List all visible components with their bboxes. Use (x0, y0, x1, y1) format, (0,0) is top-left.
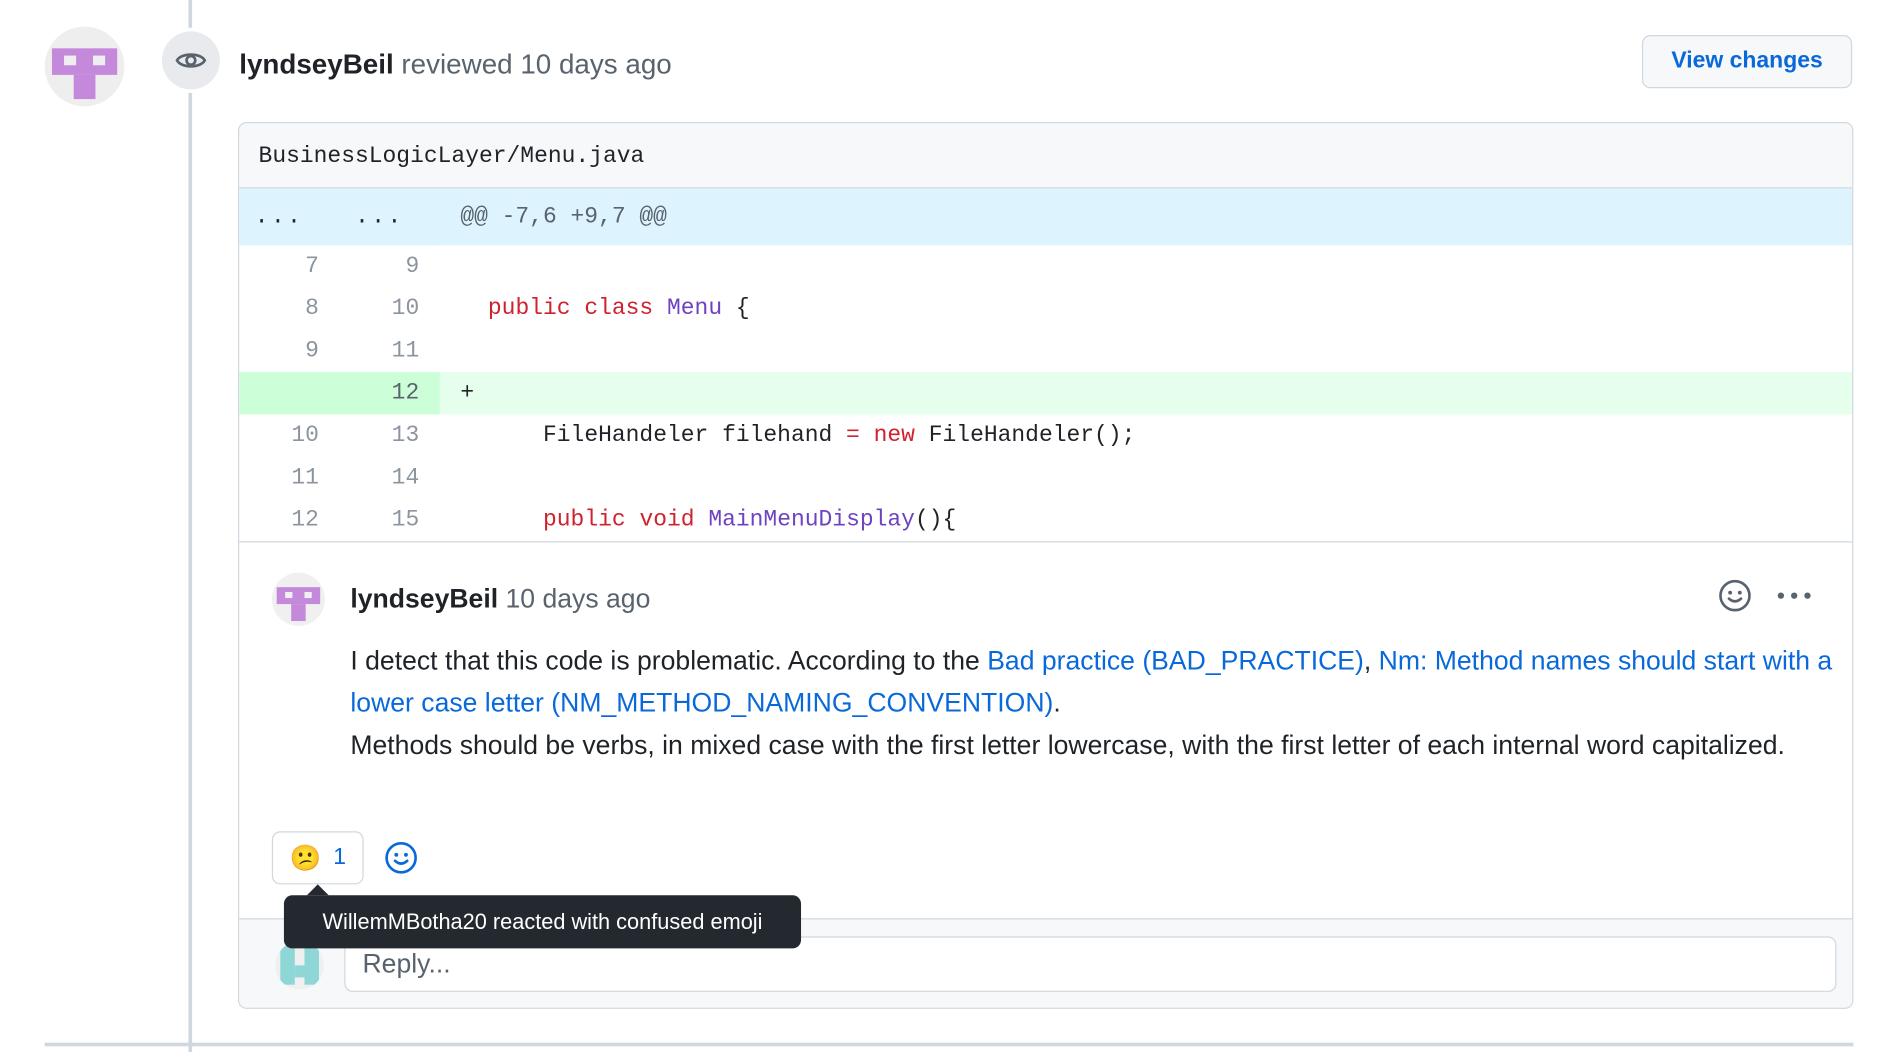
diff-row: 10 13 FileHandeler filehand = new FileHan… (239, 414, 1852, 456)
hunk-expand-new[interactable]: ... (339, 188, 440, 246)
old-line-number[interactable]: 12 (239, 499, 339, 541)
diff-row: 8 10 public class Menu { (239, 288, 1852, 330)
diff-table: ... ... @@ -7,6 +9,7 @@ 7 9 8 10 public cla… (239, 188, 1853, 543)
file-header: BusinessLogicLayer/Menu.java (239, 123, 1853, 189)
avatar[interactable] (44, 26, 125, 107)
view-changes-button[interactable]: View changes (1641, 35, 1853, 89)
code-token: class (584, 294, 654, 322)
old-line-number[interactable]: 10 (239, 414, 339, 456)
confused-emoji-icon: 😕 (289, 843, 322, 872)
bad-practice-link[interactable]: Bad practice (BAD_PRACTICE) (987, 645, 1364, 675)
new-line-number[interactable]: 9 (340, 245, 440, 287)
code-token: MainMenuDisplay (708, 506, 915, 533)
comment-avatar[interactable] (271, 572, 326, 626)
code-token: void (639, 506, 695, 533)
code-line: + (440, 372, 1852, 414)
review-action: reviewed (401, 48, 513, 80)
eye-icon (175, 53, 207, 68)
old-line-number[interactable] (239, 372, 340, 415)
code-token: public (487, 294, 571, 322)
old-line-number[interactable]: 7 (239, 245, 339, 287)
comment-author[interactable]: lyndseyBeil (350, 584, 498, 614)
diff-row: 9 11 (239, 330, 1852, 372)
comment-options-button[interactable] (1772, 578, 1815, 614)
code-token: (){ (914, 506, 957, 533)
code-line: FileHandeler filehand = new FileHandeler… (440, 414, 1852, 456)
diff-row: 12 15 public void MainMenuDisplay(){ (239, 499, 1852, 541)
kebab-horizontal-icon (1777, 592, 1811, 599)
comment-text-intro: I detect that this code is problematic. … (350, 645, 988, 676)
new-line-number[interactable]: 11 (340, 330, 440, 372)
review-header: lyndseyBeil reviewed 10 days ago (239, 43, 672, 84)
code-token: Menu (667, 294, 723, 322)
code-token: public (542, 506, 626, 533)
new-line-number[interactable]: 14 (340, 457, 440, 499)
confused-reaction-button[interactable]: 😕 1 (271, 831, 364, 885)
diff-row: 11 14 (239, 457, 1852, 499)
hunk-expand-old[interactable]: ... (239, 188, 340, 246)
code-token: new (873, 421, 915, 449)
tooltip-arrow (306, 884, 329, 896)
file-path[interactable]: BusinessLogicLayer/Menu.java (259, 142, 645, 169)
diff-marker: + (460, 379, 475, 406)
review-thread: BusinessLogicLayer/Menu.java ... ... @@ … (238, 122, 1854, 1009)
old-line-number[interactable]: 8 (239, 288, 339, 330)
review-author[interactable]: lyndseyBeil (239, 48, 393, 79)
smiley-icon (385, 841, 417, 874)
diff-hunk-row: ... ... @@ -7,6 +9,7 @@ (239, 188, 1853, 246)
new-line-number[interactable]: 15 (340, 499, 440, 541)
old-line-number[interactable]: 11 (239, 457, 339, 499)
code-line: public void MainMenuDisplay(){ (440, 499, 1852, 541)
smiley-icon (1719, 579, 1751, 612)
diff-row: 79 (239, 245, 1852, 287)
add-reaction-button[interactable] (1717, 578, 1753, 614)
reaction-count: 1 (333, 844, 346, 870)
new-line-number[interactable]: 13 (340, 414, 440, 456)
code-token: FileHandeler filehand (542, 421, 847, 449)
comment-time[interactable]: 10 days ago (506, 584, 651, 614)
comment-separator: , (1363, 645, 1379, 676)
new-line-number[interactable]: 10 (340, 288, 440, 330)
comment-period: . (1053, 687, 1061, 718)
new-line-number[interactable]: 12 (339, 372, 440, 415)
review-badge (161, 31, 220, 90)
add-reaction-footer-button[interactable] (383, 840, 419, 876)
code-token: = (846, 421, 860, 449)
timeline-divider (44, 1042, 1854, 1047)
reaction-tooltip: WillemMBotha20 reacted with confused emo… (283, 895, 802, 949)
code-token: { (722, 294, 750, 322)
hunk-header: @@ -7,6 +9,7 @@ (460, 202, 667, 230)
code-line: public class Menu { (440, 288, 1852, 330)
old-line-number[interactable]: 9 (239, 330, 339, 372)
diff-added-row: 12 + (239, 372, 1853, 415)
comment-body: I detect that this code is problematic. … (350, 639, 1836, 766)
page: lyndseyBeil reviewed 10 days ago View ch… (0, 0, 1892, 1052)
code-token: FileHandeler(); (914, 421, 1136, 449)
timeline-line (188, 0, 193, 1052)
review-time[interactable]: 10 days ago (520, 48, 671, 79)
comment-header: lyndseyBeil 10 days ago (350, 580, 650, 619)
comment-text-second: Methods should be verbs, in mixed case w… (350, 729, 1785, 760)
